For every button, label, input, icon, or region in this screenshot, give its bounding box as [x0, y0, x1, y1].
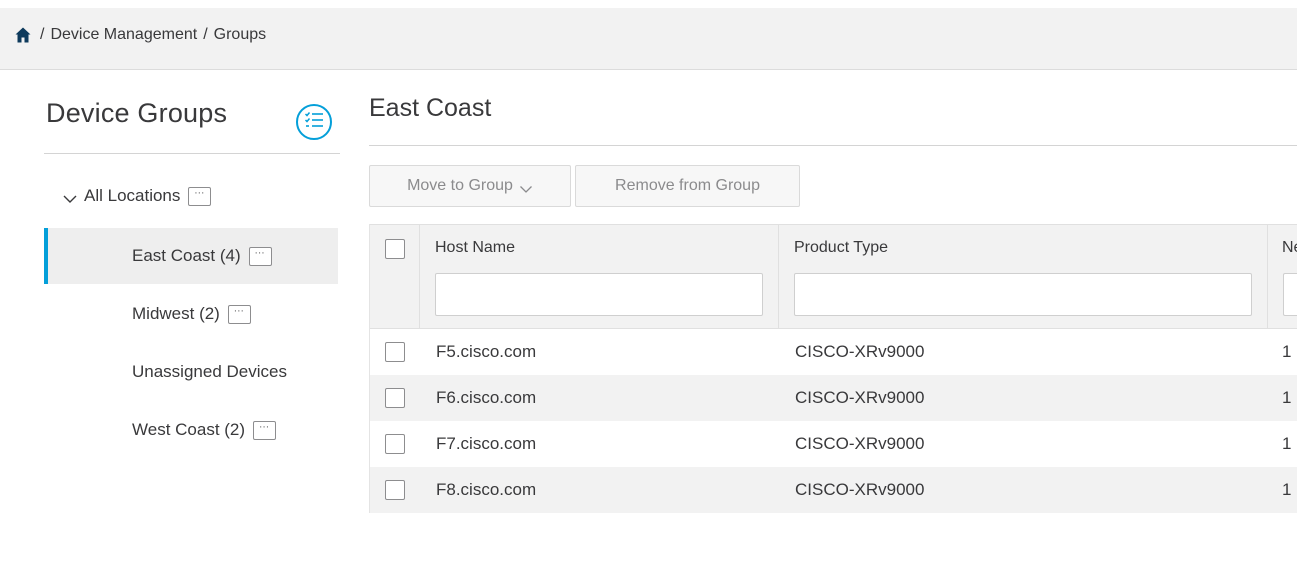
move-to-group-button[interactable]: Move to Group — [369, 165, 571, 207]
product-type-cell: CISCO-XRv9000 — [795, 480, 925, 499]
breadcrumb: / Device Management / Groups — [14, 26, 272, 44]
column-header-label[interactable]: Product Type — [794, 239, 888, 257]
ne-cell: 1 — [1282, 480, 1292, 499]
more-options-button[interactable]: ⋯ — [227, 304, 251, 324]
tree-item-label: Unassigned Devices — [132, 362, 287, 381]
product-type-filter-input[interactable] — [794, 273, 1252, 316]
row-checkbox[interactable] — [385, 388, 405, 408]
row-checkbox-cell — [385, 375, 415, 421]
tree-item-all-locations[interactable]: All Locations ⋯ — [62, 186, 212, 206]
list-settings-icon — [304, 111, 324, 134]
table-row[interactable]: F7.cisco.com CISCO-XRv9000 1 — [370, 421, 1297, 467]
product-type-cell: CISCO-XRv9000 — [795, 434, 925, 453]
row-checkbox[interactable] — [385, 480, 405, 500]
move-to-group-label: Move to Group — [407, 177, 513, 194]
column-header-label[interactable]: Ne — [1282, 239, 1297, 257]
tree-item-east-coast[interactable]: East Coast (4) ⋯ — [44, 228, 338, 284]
row-checkbox[interactable] — [385, 434, 405, 454]
home-icon[interactable] — [14, 26, 32, 44]
remove-from-group-button[interactable]: Remove from Group — [575, 165, 800, 207]
tree-item-label: All Locations — [84, 186, 181, 205]
group-actions-button[interactable] — [296, 104, 332, 140]
tree-item-west-coast[interactable]: West Coast (2) ⋯ — [44, 402, 338, 458]
breadcrumb-groups: Groups — [213, 26, 267, 43]
chevron-down-icon — [519, 181, 533, 193]
host-name-cell: F5.cisco.com — [436, 342, 537, 361]
row-checkbox[interactable] — [385, 342, 405, 362]
tree-item-label: East Coast (4) — [132, 246, 241, 265]
tree-item-midwest[interactable]: Midwest (2) ⋯ — [44, 286, 338, 342]
select-all-checkbox[interactable] — [385, 239, 405, 259]
table-row[interactable]: F8.cisco.com CISCO-XRv9000 1 — [370, 467, 1297, 513]
column-product-type: Product Type — [779, 225, 1268, 329]
table-header: Host Name Product Type Ne — [370, 224, 1297, 329]
breadcrumb-separator: / — [40, 26, 45, 43]
column-header-label[interactable]: Host Name — [435, 239, 515, 257]
table-row[interactable]: F5.cisco.com CISCO-XRv9000 1 — [370, 329, 1297, 375]
more-options-button[interactable]: ⋯ — [253, 420, 277, 440]
select-all-cell — [370, 225, 420, 329]
remove-from-group-label: Remove from Group — [615, 177, 760, 194]
host-name-filter-input[interactable] — [435, 273, 763, 316]
row-checkbox-cell — [385, 421, 415, 467]
column-host-name: Host Name — [420, 225, 779, 329]
sidebar-divider — [44, 153, 340, 154]
group-detail-panel: East Coast Move to Group Remove from Gro… — [355, 70, 1297, 573]
table-row[interactable]: F6.cisco.com CISCO-XRv9000 1 — [370, 375, 1297, 421]
breadcrumb-bar: / Device Management / Groups — [0, 0, 1297, 70]
title-divider — [369, 145, 1297, 146]
breadcrumb-device-management[interactable]: Device Management — [50, 26, 197, 44]
host-name-cell: F8.cisco.com — [436, 480, 537, 499]
product-type-cell: CISCO-XRv9000 — [795, 388, 925, 407]
tree-item-label: West Coast (2) — [132, 420, 246, 439]
ne-cell: 1 — [1282, 388, 1292, 407]
column-ne: Ne — [1268, 225, 1297, 329]
row-checkbox-cell — [385, 329, 415, 375]
host-name-cell: F7.cisco.com — [436, 434, 537, 453]
devices-table: Host Name Product Type Ne F5.cisco.com C… — [369, 224, 1297, 513]
row-checkbox-cell — [385, 467, 415, 513]
ne-cell: 1 — [1282, 434, 1292, 453]
tree-item-unassigned-devices[interactable]: Unassigned Devices — [44, 344, 338, 400]
sidebar-title: Device Groups — [46, 98, 228, 128]
product-type-cell: CISCO-XRv9000 — [795, 342, 925, 361]
ne-cell: 1 — [1282, 342, 1292, 361]
page-title: East Coast — [369, 94, 492, 122]
top-strip — [0, 0, 1297, 8]
breadcrumb-separator: / — [203, 26, 208, 43]
more-options-button[interactable]: ⋯ — [188, 186, 212, 206]
chevron-down-icon[interactable] — [62, 190, 78, 203]
device-groups-sidebar: Device Groups All Locations ⋯ East Coast… — [0, 70, 355, 573]
ne-filter-input[interactable] — [1283, 273, 1297, 316]
host-name-cell: F6.cisco.com — [436, 388, 537, 407]
tree-item-label: Midwest (2) — [132, 304, 220, 323]
more-options-button[interactable]: ⋯ — [248, 246, 272, 266]
